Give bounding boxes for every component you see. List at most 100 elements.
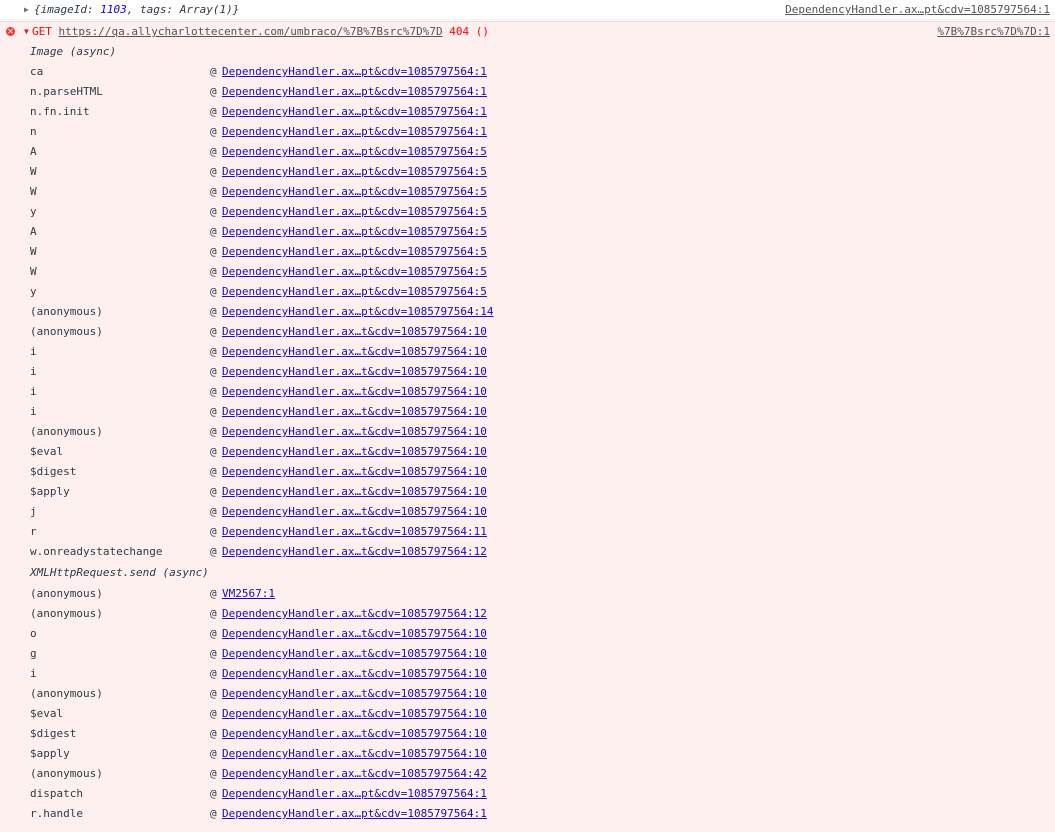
stack-frame-function: i bbox=[30, 385, 37, 398]
stack-frame-source-link[interactable]: DependencyHandler.ax…pt&cdv=1085797564:1 bbox=[222, 784, 487, 804]
stack-frame-function: W bbox=[30, 245, 37, 258]
stack-frame-at-sign: @ bbox=[210, 465, 217, 478]
stack-frame-at-sign: @ bbox=[210, 85, 217, 98]
stack-frame: $digest @ DependencyHandler.ax…t&cdv=10857… bbox=[0, 724, 1055, 744]
stack-frame: r.handle @ DependencyHandler.ax…pt&cdv=108… bbox=[0, 804, 1055, 824]
stack-frame-source-link[interactable]: DependencyHandler.ax…t&cdv=1085797564:10 bbox=[222, 644, 487, 664]
stack-frame-at-sign: @ bbox=[210, 165, 217, 178]
stack-frame-source-link[interactable]: DependencyHandler.ax…t&cdv=1085797564:10 bbox=[222, 684, 487, 704]
stack-frame-source-link[interactable]: DependencyHandler.ax…pt&cdv=1085797564:5 bbox=[222, 162, 487, 182]
stack-frame: W @ DependencyHandler.ax…pt&cdv=1085797564… bbox=[0, 262, 1055, 282]
stack-frame-function: g bbox=[30, 647, 37, 660]
stack-frame-source-link[interactable]: DependencyHandler.ax…pt&cdv=1085797564:1 bbox=[222, 804, 487, 824]
stack-frame: W @ DependencyHandler.ax…pt&cdv=1085797564… bbox=[0, 182, 1055, 202]
stack-frame-function: (anonymous) bbox=[30, 325, 103, 338]
stack-frame: $digest @ DependencyHandler.ax…t&cdv=10857… bbox=[0, 462, 1055, 482]
stack-frame-at-sign: @ bbox=[210, 145, 217, 158]
stack-frame: n.fn.init @ DependencyHandler.ax…pt&cdv=10… bbox=[0, 102, 1055, 122]
preview-open-brace: { bbox=[34, 3, 41, 16]
stack-frame-at-sign: @ bbox=[210, 607, 217, 620]
stack-frame: ca @ DependencyHandler.ax…pt&cdv=108579756… bbox=[0, 62, 1055, 82]
stack-frame-source-link[interactable]: DependencyHandler.ax…pt&cdv=1085797564:1 bbox=[222, 82, 487, 102]
stack-frame-source-link[interactable]: DependencyHandler.ax…t&cdv=1085797564:10 bbox=[222, 362, 487, 382]
error-header[interactable]: ✕ ▼ GET https://qa.allycharlottecenter.c… bbox=[0, 22, 1055, 42]
stack-frame-function: w.onreadystatechange bbox=[30, 545, 163, 558]
stack-frame: dispatch @ DependencyHandler.ax…pt&cdv=108… bbox=[0, 784, 1055, 804]
stack-frame-source-link[interactable]: DependencyHandler.ax…t&cdv=1085797564:10 bbox=[222, 744, 487, 764]
stack-frame-function: i bbox=[30, 667, 37, 680]
stack-frame-function: j bbox=[30, 505, 37, 518]
stack-frame-source-link[interactable]: DependencyHandler.ax…t&cdv=1085797564:42 bbox=[222, 764, 487, 784]
stack-frame-at-sign: @ bbox=[210, 185, 217, 198]
stack-frame-source-link[interactable]: DependencyHandler.ax…t&cdv=1085797564:10 bbox=[222, 724, 487, 744]
stack-frame-source-link[interactable]: DependencyHandler.ax…pt&cdv=1085797564:5 bbox=[222, 262, 487, 282]
stack-frame-at-sign: @ bbox=[210, 225, 217, 238]
stack-frame: $eval @ DependencyHandler.ax…t&cdv=1085797… bbox=[0, 704, 1055, 724]
stack-frame-function: $apply bbox=[30, 485, 70, 498]
object-preview[interactable]: {imageId: 1103, tags: Array(1)} bbox=[34, 0, 239, 20]
stack-frame: y @ DependencyHandler.ax…pt&cdv=1085797564… bbox=[0, 202, 1055, 222]
stack-frame: A @ DependencyHandler.ax…pt&cdv=1085797564… bbox=[0, 142, 1055, 162]
stack-frame-source-link[interactable]: DependencyHandler.ax…t&cdv=1085797564:10 bbox=[222, 624, 487, 644]
stack-frame: W @ DependencyHandler.ax…pt&cdv=1085797564… bbox=[0, 162, 1055, 182]
stack-frame-source-link[interactable]: DependencyHandler.ax…t&cdv=1085797564:10 bbox=[222, 442, 487, 462]
stack-frame: r @ DependencyHandler.ax…t&cdv=1085797564:… bbox=[0, 522, 1055, 542]
stack-frame-at-sign: @ bbox=[210, 727, 217, 740]
stack-frame-source-link[interactable]: DependencyHandler.ax…pt&cdv=1085797564:5 bbox=[222, 242, 487, 262]
stack-frame: w.onreadystatechange @ DependencyHandler.a… bbox=[0, 542, 1055, 562]
stack-frame-source-link[interactable]: DependencyHandler.ax…t&cdv=1085797564:10 bbox=[222, 482, 487, 502]
async-boundary-label: XMLHttpRequest.send (async) bbox=[30, 566, 209, 579]
stack-frame-source-link[interactable]: DependencyHandler.ax…pt&cdv=1085797564:5 bbox=[222, 282, 487, 302]
stack-frame-source-link[interactable]: DependencyHandler.ax…t&cdv=1085797564:10 bbox=[222, 322, 487, 342]
stack-frame: $eval @ DependencyHandler.ax…t&cdv=1085797… bbox=[0, 442, 1055, 462]
stack-frame-source-link[interactable]: DependencyHandler.ax…pt&cdv=1085797564:1 bbox=[222, 122, 487, 142]
stack-frame-function: o bbox=[30, 627, 37, 640]
preview-key-tags: tags bbox=[139, 3, 167, 16]
stack-frame-at-sign: @ bbox=[210, 305, 217, 318]
console-log-row[interactable]: ▶ {imageId: 1103, tags: Array(1)} Depend… bbox=[0, 0, 1055, 20]
stack-frame-source-link[interactable]: DependencyHandler.ax…t&cdv=1085797564:10 bbox=[222, 502, 487, 522]
stack-frame-source-link[interactable]: DependencyHandler.ax…t&cdv=1085797564:10 bbox=[222, 462, 487, 482]
stack-frame-function: W bbox=[30, 185, 37, 198]
stack-frame: (anonymous) @ DependencyHandler.ax…t&cdv=1… bbox=[0, 322, 1055, 342]
stack-frame-source-link[interactable]: DependencyHandler.ax…t&cdv=1085797564:10 bbox=[222, 382, 487, 402]
expand-triangle-icon[interactable]: ▶ bbox=[24, 0, 32, 20]
preview-close-brace: } bbox=[232, 3, 240, 16]
stack-frame-source-link[interactable]: DependencyHandler.ax…pt&cdv=1085797564:5 bbox=[222, 202, 487, 222]
stack-frame-source-link[interactable]: DependencyHandler.ax…t&cdv=1085797564:11 bbox=[222, 522, 487, 542]
error-status: 404 () bbox=[449, 25, 489, 38]
stack-frame-source-link[interactable]: DependencyHandler.ax…t&cdv=1085797564:10 bbox=[222, 402, 487, 422]
stack-frame-source-link[interactable]: DependencyHandler.ax…t&cdv=1085797564:12 bbox=[222, 604, 487, 624]
stack-frame-source-link[interactable]: DependencyHandler.ax…t&cdv=1085797564:10 bbox=[222, 664, 487, 684]
stack-frame-at-sign: @ bbox=[210, 485, 217, 498]
stack-frame: (anonymous) @ DependencyHandler.ax…pt&cdv=… bbox=[0, 302, 1055, 322]
error-source-link[interactable]: %7B%7Bsrc%7D%7D:1 bbox=[937, 22, 1050, 42]
stack-frame-source-link[interactable]: DependencyHandler.ax…pt&cdv=1085797564:1 bbox=[222, 102, 487, 122]
stack-frame-function: $digest bbox=[30, 465, 77, 478]
stack-frame-source-link[interactable]: DependencyHandler.ax…pt&cdv=1085797564:1… bbox=[222, 302, 494, 322]
stack-frame-source-link[interactable]: DependencyHandler.ax…t&cdv=1085797564:10 bbox=[222, 342, 487, 362]
stack-frame-at-sign: @ bbox=[210, 345, 217, 358]
stack-frame-at-sign: @ bbox=[210, 265, 217, 278]
stack-frame-function: W bbox=[30, 165, 37, 178]
stack-frame-source-link[interactable]: DependencyHandler.ax…pt&cdv=1085797564:5 bbox=[222, 142, 487, 162]
stack-frame-source-link[interactable]: DependencyHandler.ax…t&cdv=1085797564:10 bbox=[222, 422, 487, 442]
stack-frame: $apply @ DependencyHandler.ax…t&cdv=108579… bbox=[0, 744, 1055, 764]
stack-frame-source-link[interactable]: DependencyHandler.ax…pt&cdv=1085797564:5 bbox=[222, 182, 487, 202]
stack-frame-at-sign: @ bbox=[210, 445, 217, 458]
stack-frame-at-sign: @ bbox=[210, 525, 217, 538]
stack-frame-at-sign: @ bbox=[210, 205, 217, 218]
stack-frame: (anonymous) @ DependencyHandler.ax…t&cdv=1… bbox=[0, 764, 1055, 784]
stack-frame-at-sign: @ bbox=[210, 647, 217, 660]
stack-frame-source-link[interactable]: DependencyHandler.ax…pt&cdv=1085797564:5 bbox=[222, 222, 487, 242]
stack-frame-at-sign: @ bbox=[210, 385, 217, 398]
collapse-triangle-icon[interactable]: ▼ bbox=[24, 22, 29, 42]
stack-frame-function: W bbox=[30, 265, 37, 278]
stack-frame-source-link[interactable]: VM2567:1 bbox=[222, 584, 275, 604]
stack-frame-source-link[interactable]: DependencyHandler.ax…pt&cdv=1085797564:1 bbox=[222, 62, 487, 82]
stack-frame-source-link[interactable]: DependencyHandler.ax…t&cdv=1085797564:10 bbox=[222, 704, 487, 724]
stack-frame-source-link[interactable]: DependencyHandler.ax…t&cdv=1085797564:12 bbox=[222, 542, 487, 562]
log-source-link[interactable]: DependencyHandler.ax…pt&cdv=1085797564:1 bbox=[785, 0, 1050, 20]
error-url-link[interactable]: https://qa.allycharlottecenter.com/umbra… bbox=[59, 25, 443, 38]
stack-frame: (anonymous) @ DependencyHandler.ax…t&cdv=1… bbox=[0, 422, 1055, 442]
